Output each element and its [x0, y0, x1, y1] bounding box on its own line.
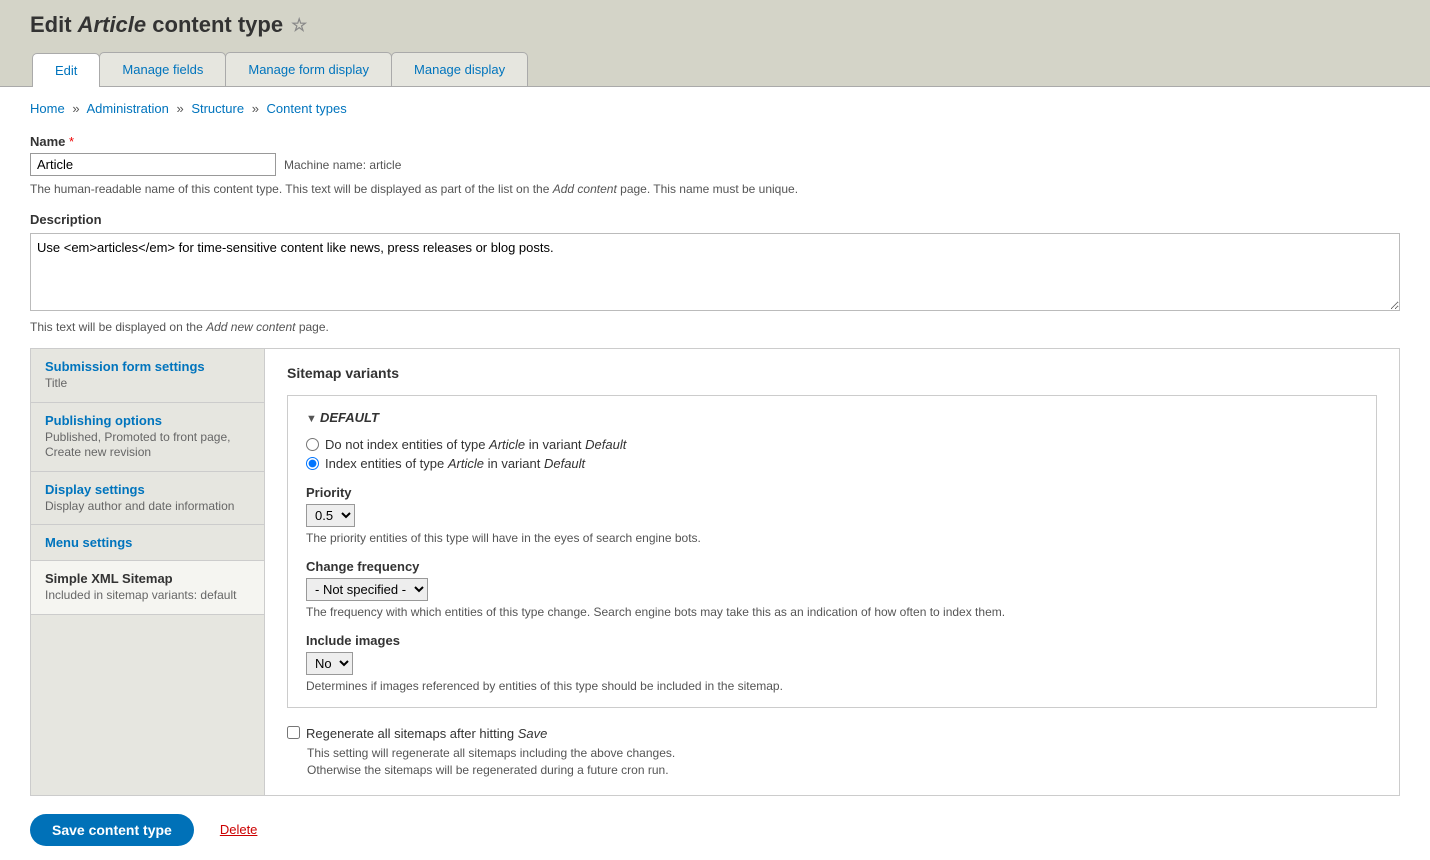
description-help: This text will be displayed on the Add n… — [30, 320, 1400, 334]
vtab-sub: Display author and date information — [45, 499, 250, 515]
breadcrumb-structure[interactable]: Structure — [191, 101, 244, 116]
name-label: Name * — [30, 134, 1400, 149]
regenerate-checkbox[interactable] — [287, 726, 300, 739]
title-prefix: Edit — [30, 12, 78, 37]
primary-tabs: Edit Manage fields Manage form display M… — [32, 52, 1400, 86]
breadcrumb-content-types[interactable]: Content types — [267, 101, 347, 116]
images-label: Include images — [306, 633, 1358, 648]
images-help: Determines if images referenced by entit… — [306, 679, 1358, 693]
images-select[interactable]: No — [306, 652, 353, 675]
vtab-sub: Included in sitemap variants: default — [45, 588, 250, 604]
vtab-title: Display settings — [45, 482, 250, 497]
radio-no-index[interactable]: Do not index entities of type Article in… — [306, 437, 1358, 452]
vtab-sub: Published, Promoted to front page, Creat… — [45, 430, 250, 461]
radio-index[interactable]: Index entities of type Article in varian… — [306, 456, 1358, 471]
priority-help: The priority entities of this type will … — [306, 531, 1358, 545]
vtab-publishing-options[interactable]: Publishing options Published, Promoted t… — [31, 403, 264, 472]
regenerate-help: This setting will regenerate all sitemap… — [307, 745, 1377, 779]
details-summary[interactable]: DEFAULT — [306, 410, 1358, 425]
vertical-tabs: Submission form settings Title Publishin… — [30, 348, 1400, 796]
vertical-tabs-list: Submission form settings Title Publishin… — [31, 349, 265, 795]
variant-details: DEFAULT Do not index entities of type Ar… — [287, 395, 1377, 708]
name-input[interactable] — [30, 153, 276, 176]
breadcrumb-admin[interactable]: Administration — [86, 101, 168, 116]
priority-select[interactable]: 0.5 — [306, 504, 355, 527]
tab-edit[interactable]: Edit — [32, 53, 100, 87]
save-button[interactable]: Save content type — [30, 814, 194, 846]
tab-manage-display[interactable]: Manage display — [391, 52, 528, 86]
vtab-title: Menu settings — [45, 535, 250, 550]
radio-no-index-input[interactable] — [306, 438, 319, 451]
vtab-menu-settings[interactable]: Menu settings — [31, 525, 264, 561]
changefreq-label: Change frequency — [306, 559, 1358, 574]
radio-index-input[interactable] — [306, 457, 319, 470]
vtab-title: Publishing options — [45, 413, 250, 428]
vtab-sub: Title — [45, 376, 250, 392]
breadcrumb: Home » Administration » Structure » Cont… — [30, 101, 1400, 116]
title-suffix: content type — [146, 12, 283, 37]
vtab-title: Simple XML Sitemap — [45, 571, 250, 586]
form-actions: Save content type Delete — [30, 814, 1400, 846]
breadcrumb-home[interactable]: Home — [30, 101, 65, 116]
tab-manage-form-display[interactable]: Manage form display — [225, 52, 392, 86]
vtab-display-settings[interactable]: Display settings Display author and date… — [31, 472, 264, 526]
pane-title: Sitemap variants — [287, 365, 1377, 381]
page-title: Edit Article content type ☆ — [30, 12, 1400, 52]
tab-manage-fields[interactable]: Manage fields — [99, 52, 226, 86]
changefreq-select[interactable]: - Not specified - — [306, 578, 428, 601]
description-textarea[interactable]: Use <em>articles</em> for time-sensitive… — [30, 233, 1400, 311]
vtab-title: Submission form settings — [45, 359, 250, 374]
changefreq-help: The frequency with which entities of thi… — [306, 605, 1358, 619]
favorite-star-icon[interactable]: ☆ — [291, 15, 307, 36]
title-entity: Article — [78, 12, 146, 37]
vertical-tabs-pane: Sitemap variants DEFAULT Do not index en… — [265, 349, 1399, 795]
name-help: The human-readable name of this content … — [30, 182, 1400, 196]
priority-label: Priority — [306, 485, 1358, 500]
machine-name-label: Machine name: article — [284, 158, 401, 172]
vtab-submission-form[interactable]: Submission form settings Title — [31, 349, 264, 403]
vtab-filler — [31, 615, 264, 755]
vtab-simple-xml-sitemap[interactable]: Simple XML Sitemap Included in sitemap v… — [31, 561, 264, 615]
regenerate-checkbox-row[interactable]: Regenerate all sitemaps after hitting Sa… — [287, 726, 1377, 741]
description-label: Description — [30, 212, 1400, 227]
